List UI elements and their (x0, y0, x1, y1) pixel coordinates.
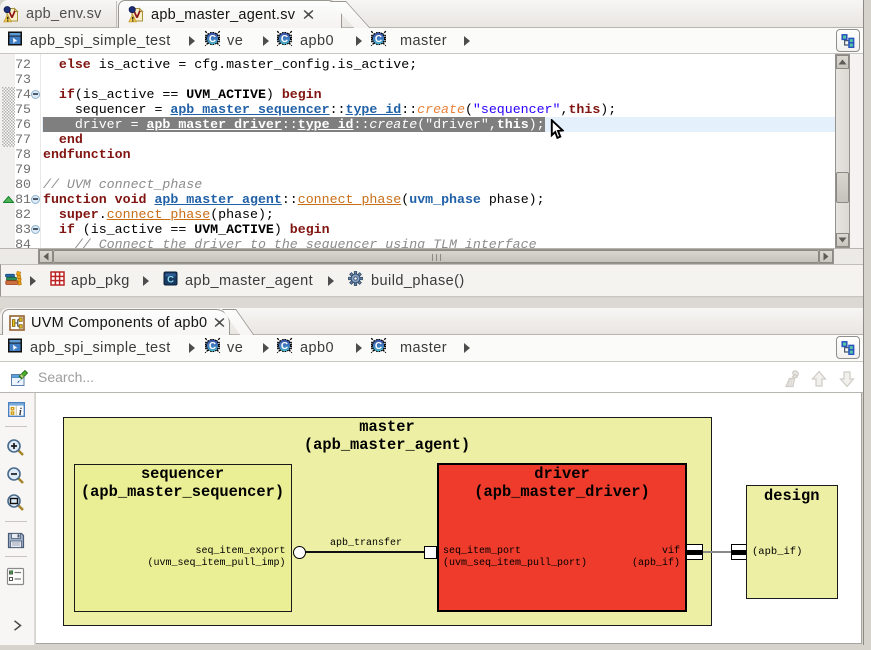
svg-text:C: C (375, 341, 382, 352)
svg-text:C: C (281, 34, 288, 45)
svg-text:C: C (167, 274, 174, 285)
svg-text:i: i (19, 407, 22, 417)
svg-text:C: C (375, 34, 382, 45)
svg-text:C: C (209, 341, 216, 352)
svg-text:C: C (281, 341, 288, 352)
svg-text:C: C (209, 34, 216, 45)
